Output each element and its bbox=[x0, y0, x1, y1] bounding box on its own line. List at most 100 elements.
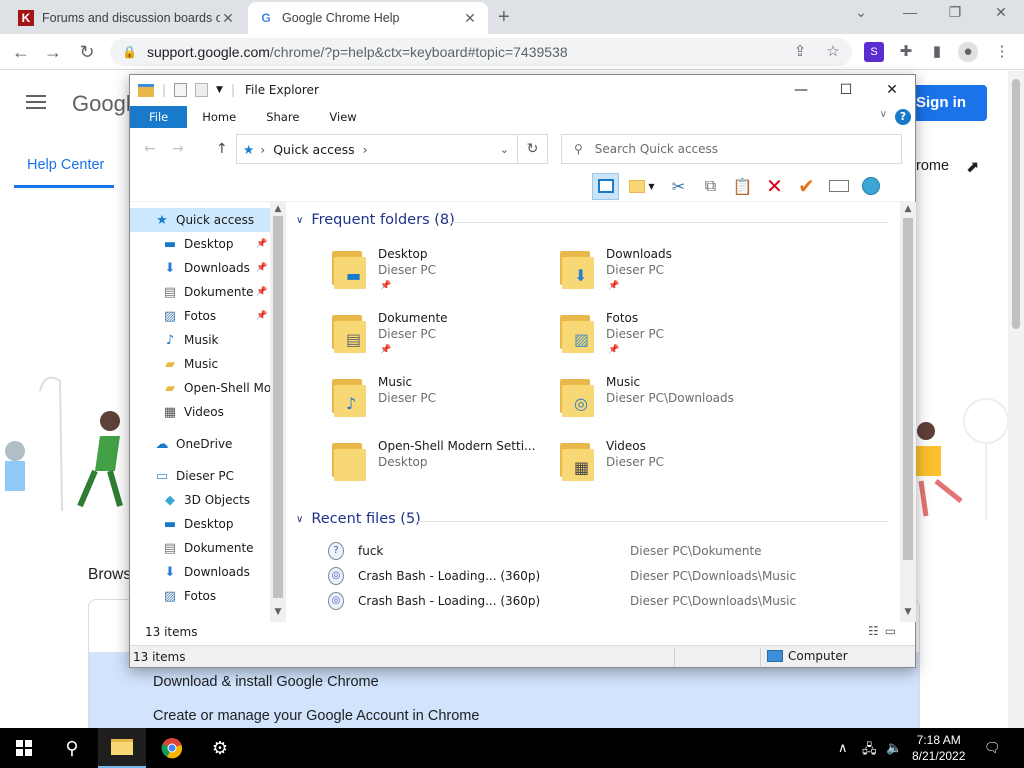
tab-forums[interactable]: K Forums and discussion boards or ✕ bbox=[8, 2, 246, 34]
nav-item[interactable]: ▨ Fotos bbox=[130, 584, 270, 608]
scroll-thumb[interactable] bbox=[1012, 79, 1020, 329]
folder-tile[interactable]: Open-Shell Modern Setti... Desktop bbox=[332, 435, 542, 495]
nav-item[interactable]: ▦ Videos bbox=[130, 400, 270, 424]
restore-icon[interactable]: ❐ bbox=[940, 4, 970, 21]
breadcrumb[interactable]: Quick access bbox=[273, 142, 354, 157]
address-box[interactable]: ★ › Quick access › ⌄ bbox=[236, 134, 518, 164]
nav-item[interactable]: ▨ Fotos 📌 bbox=[130, 304, 270, 328]
recent-file-row[interactable]: ◎ Crash Bash - Loading... (360p) Dieser PC… bbox=[288, 564, 888, 589]
windows-start-icon[interactable] bbox=[0, 728, 48, 768]
menu-kebab-icon[interactable]: ⋮ bbox=[992, 42, 1012, 62]
close-tab-icon[interactable]: ✕ bbox=[462, 10, 478, 27]
folder-tile[interactable]: ▦ Videos Dieser PC bbox=[560, 435, 770, 495]
folder-tile[interactable]: ▬ Desktop Dieser PC 📌 bbox=[332, 243, 542, 303]
properties-icon[interactable] bbox=[174, 83, 188, 97]
notifications-icon[interactable]: 🗨 bbox=[984, 740, 1001, 756]
hamburger-menu-icon[interactable] bbox=[26, 95, 46, 113]
chrome-link[interactable]: rome bbox=[916, 158, 949, 174]
forward-icon[interactable]: → bbox=[42, 41, 64, 63]
minimize-icon[interactable]: — bbox=[778, 75, 824, 105]
scroll-thumb[interactable] bbox=[273, 216, 283, 598]
large-icons-view-icon[interactable]: ▭ bbox=[885, 624, 896, 638]
reload-icon[interactable]: ↻ bbox=[76, 41, 98, 63]
share-icon[interactable]: ⇪ bbox=[790, 42, 810, 62]
maximize-icon[interactable]: ☐ bbox=[823, 75, 869, 105]
close-tab-icon[interactable]: ✕ bbox=[220, 10, 236, 27]
new-folder-icon[interactable] bbox=[195, 83, 209, 97]
network-icon[interactable]: 🖧 bbox=[862, 740, 877, 762]
recent-file-row[interactable]: ? fuck Dieser PC\Dokumente bbox=[288, 539, 888, 564]
google-logo[interactable]: Googl bbox=[72, 91, 131, 117]
scroll-up-icon[interactable]: ▲ bbox=[900, 204, 916, 214]
tab-file[interactable]: File bbox=[130, 106, 188, 128]
bookmark-star-icon[interactable]: ☆ bbox=[823, 42, 843, 62]
volume-icon[interactable]: 🔈 bbox=[886, 740, 902, 756]
content-scrollbar[interactable]: ▲ ▼ bbox=[900, 202, 916, 622]
new-tab-icon[interactable]: + bbox=[498, 6, 510, 29]
tab-home[interactable]: Home bbox=[187, 106, 251, 128]
back-icon[interactable]: ← bbox=[144, 141, 156, 157]
new-folder-dropdown-icon[interactable]: ▼ bbox=[624, 173, 660, 200]
nav-item[interactable]: ◆ 3D Objects bbox=[130, 488, 270, 512]
folder-tile[interactable]: ▤ Dokumente Dieser PC 📌 bbox=[332, 307, 542, 367]
clock[interactable]: 7:18 AM 8/21/2022 bbox=[912, 732, 965, 764]
extension-s-icon[interactable]: S bbox=[864, 42, 884, 62]
collapse-chevron-icon[interactable]: ∨ bbox=[296, 514, 303, 525]
back-icon[interactable]: ← bbox=[10, 41, 32, 63]
scroll-up-icon[interactable]: ▲ bbox=[270, 204, 286, 214]
tab-view[interactable]: View bbox=[314, 106, 371, 128]
help-center-tab[interactable]: Help Center bbox=[27, 157, 104, 173]
external-link-icon[interactable]: ⬈ bbox=[966, 157, 979, 177]
tab-search-icon[interactable]: ⌄ bbox=[846, 4, 876, 21]
help-icon[interactable]: ? bbox=[895, 109, 911, 125]
folder-tile[interactable]: ◎ Music Dieser PC\Downloads bbox=[560, 371, 770, 431]
up-icon[interactable]: ↑ bbox=[216, 141, 228, 157]
check-icon[interactable]: ✔ bbox=[793, 173, 820, 200]
recent-file-row[interactable]: ◎ Crash Bash - Loading... (360p) Dieser PC… bbox=[288, 589, 888, 614]
file-explorer-taskbar-icon[interactable] bbox=[98, 728, 146, 768]
settings-gear-icon[interactable]: ⚙ bbox=[196, 728, 244, 768]
nav-item[interactable]: ▬ Desktop 📌 bbox=[130, 232, 270, 256]
customize-dropdown-icon[interactable]: ▼ bbox=[216, 85, 223, 95]
forward-icon[interactable]: → bbox=[172, 141, 184, 157]
nav-item[interactable]: ▬ Desktop bbox=[130, 512, 270, 536]
scroll-down-icon[interactable]: ▼ bbox=[270, 607, 286, 617]
search-icon[interactable]: ⚲ bbox=[48, 728, 96, 768]
close-window-icon[interactable]: ✕ bbox=[986, 4, 1016, 21]
copy-icon[interactable]: ⧉ bbox=[697, 173, 724, 200]
paste-icon[interactable]: 📋 bbox=[729, 173, 756, 200]
tab-share[interactable]: Share bbox=[251, 106, 314, 128]
nav-item[interactable]: ▤ Dokumente bbox=[130, 536, 270, 560]
recent-files-header[interactable]: ∨ Recent files (5) bbox=[296, 511, 421, 527]
profile-avatar-icon[interactable]: ● bbox=[958, 42, 978, 62]
topic-link[interactable]: Download & install Google Chrome bbox=[153, 674, 379, 690]
rename-icon[interactable] bbox=[825, 173, 852, 200]
nav-item[interactable]: ▰ Music bbox=[130, 352, 270, 376]
topic-link[interactable]: Create or manage your Google Account in … bbox=[153, 708, 479, 724]
scroll-thumb[interactable] bbox=[903, 218, 913, 560]
nav-item[interactable]: ▰ Open-Shell Modern Settings bbox=[130, 376, 270, 400]
nav-item[interactable]: ☁ OneDrive bbox=[130, 432, 270, 456]
nav-item[interactable]: ▤ Dokumente 📌 bbox=[130, 280, 270, 304]
minimize-icon[interactable]: — bbox=[895, 4, 925, 20]
nav-item[interactable]: ♪ Musik bbox=[130, 328, 270, 352]
details-view-icon[interactable]: ☷ bbox=[868, 624, 879, 638]
collapse-chevron-icon[interactable]: ∨ bbox=[296, 215, 303, 226]
preview-pane-icon[interactable] bbox=[592, 172, 619, 200]
scroll-down-icon[interactable]: ▼ bbox=[900, 607, 916, 617]
nav-item[interactable]: ▭ Dieser PC bbox=[130, 464, 270, 488]
page-scrollbar[interactable] bbox=[1008, 71, 1024, 728]
expand-ribbon-icon[interactable]: ∨ bbox=[880, 109, 887, 120]
globe-icon[interactable] bbox=[857, 173, 884, 200]
cut-icon[interactable]: ✂ bbox=[665, 173, 692, 200]
extensions-puzzle-icon[interactable]: ✚ bbox=[896, 42, 916, 62]
folder-tile[interactable]: ⬇ Downloads Dieser PC 📌 bbox=[560, 243, 770, 303]
tray-chevron-icon[interactable]: ∧ bbox=[838, 740, 848, 756]
side-panel-icon[interactable]: ▮ bbox=[927, 42, 947, 62]
address-bar[interactable]: 🔒 support.google.com/chrome/?p=help&ctx=… bbox=[110, 38, 852, 66]
chrome-taskbar-icon[interactable] bbox=[148, 728, 196, 768]
folder-tile[interactable]: ♪ Music Dieser PC bbox=[332, 371, 542, 431]
delete-icon[interactable]: ✕ bbox=[761, 173, 788, 200]
refresh-icon[interactable]: ↻ bbox=[518, 134, 548, 164]
address-dropdown-icon[interactable]: ⌄ bbox=[500, 143, 509, 156]
